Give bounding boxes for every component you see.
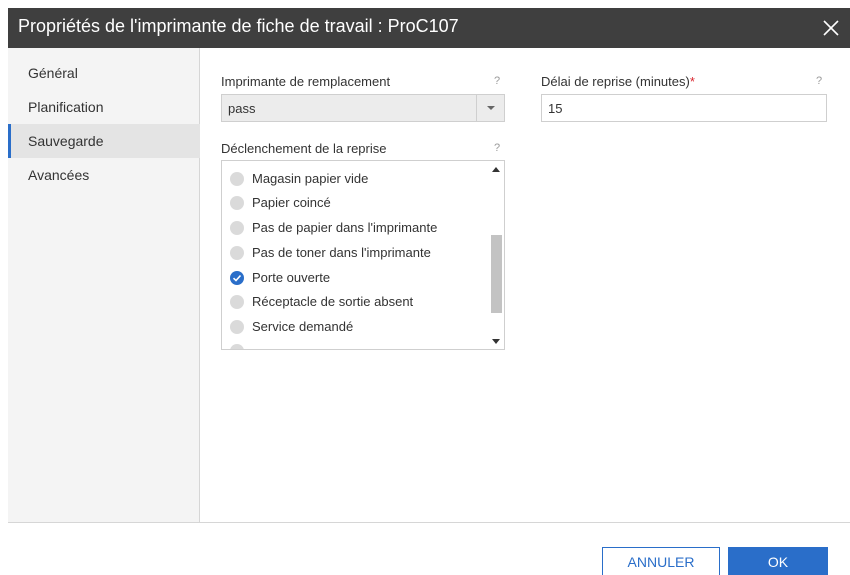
sidebar-item-advanced[interactable]: Avancées xyxy=(8,158,200,192)
trigger-option-label: Magasin papier vide xyxy=(252,171,369,186)
dialog-title: Propriétés de l'imprimante de fiche de t… xyxy=(18,16,459,36)
trigger-option-pas-de-papier[interactable]: Pas de papier dans l'imprimante xyxy=(222,216,486,240)
sidebar-item-backup[interactable]: Sauvegarde xyxy=(8,124,200,158)
cancel-button[interactable]: ANNULER xyxy=(602,547,720,575)
trigger-option-partial[interactable] xyxy=(222,339,486,349)
trigger-option-porte-ouverte[interactable]: Porte ouverte xyxy=(222,266,486,290)
sidebar-item-general[interactable]: Général xyxy=(8,56,200,90)
radio-unchecked-icon xyxy=(230,221,244,235)
retry-trigger-label: Déclenchement de la reprise xyxy=(221,141,387,156)
trigger-option-label: Service demandé xyxy=(252,319,354,334)
close-icon xyxy=(823,20,839,36)
replacement-printer-label: Imprimante de remplacement xyxy=(221,74,391,89)
dialog-footer: ANNULER OK xyxy=(8,522,850,575)
retry-delay-help-icon[interactable]: ? xyxy=(816,75,822,87)
trigger-option-label: Porte ouverte xyxy=(252,270,331,285)
retry-trigger-help-icon[interactable]: ? xyxy=(494,142,500,154)
replacement-printer-value: pass xyxy=(228,101,256,116)
radio-unchecked-icon xyxy=(230,320,244,334)
trigger-option-receptacle-absent[interactable]: Réceptacle de sortie absent xyxy=(222,290,486,314)
replacement-printer-help-icon[interactable]: ? xyxy=(494,75,500,87)
replacement-printer-select[interactable]: pass xyxy=(221,94,505,122)
close-button[interactable] xyxy=(820,17,842,39)
sidebar-item-label: Avancées xyxy=(28,167,90,183)
title-bar: Propriétés de l'imprimante de fiche de t… xyxy=(8,8,850,48)
ok-button[interactable]: OK xyxy=(728,547,828,575)
chevron-down-icon xyxy=(476,95,504,121)
sidebar-item-label: Sauvegarde xyxy=(28,133,104,149)
scrollbar-thumb[interactable] xyxy=(491,235,502,313)
checkmark-icon xyxy=(230,271,244,285)
trigger-option-label: Pas de toner dans l'imprimante xyxy=(252,245,431,260)
trigger-option-papier-coince[interactable]: Papier coincé xyxy=(222,191,486,215)
sidebar-item-scheduling[interactable]: Planification xyxy=(8,90,200,124)
sidebar-item-label: Général xyxy=(28,65,78,81)
list-scrollbar[interactable] xyxy=(488,161,504,349)
trigger-option-service-demande[interactable]: Service demandé xyxy=(222,315,486,339)
printer-properties-dialog: Propriétés de l'imprimante de fiche de t… xyxy=(8,8,850,575)
sidebar-nav: Général Planification Sauvegarde Avancée… xyxy=(8,48,200,522)
trigger-option-label: Papier coincé xyxy=(252,195,331,210)
sidebar-item-label: Planification xyxy=(28,99,104,115)
radio-unchecked-icon xyxy=(230,172,244,186)
radio-unchecked-icon xyxy=(230,344,244,349)
scroll-down-arrow-icon[interactable] xyxy=(488,333,504,349)
trigger-option-pas-de-toner[interactable]: Pas de toner dans l'imprimante xyxy=(222,241,486,265)
scroll-up-arrow-icon[interactable] xyxy=(488,161,504,177)
retry-delay-input[interactable] xyxy=(541,94,827,122)
retry-delay-label-text: Délai de reprise (minutes) xyxy=(541,74,690,89)
retry-delay-label: Délai de reprise (minutes)* xyxy=(541,74,695,89)
trigger-option-label: Réceptacle de sortie absent xyxy=(252,294,414,309)
radio-unchecked-icon xyxy=(230,246,244,260)
trigger-option-magasin-papier-vide[interactable]: Magasin papier vide xyxy=(222,167,486,191)
required-marker: * xyxy=(689,74,695,89)
content-panel: Imprimante de remplacement ? pass Délai … xyxy=(201,48,850,522)
radio-unchecked-icon xyxy=(230,196,244,210)
retry-trigger-list: Magasin papier vide Papier coincé Pas de… xyxy=(221,160,505,350)
radio-unchecked-icon xyxy=(230,295,244,309)
trigger-option-label: Pas de papier dans l'imprimante xyxy=(252,220,438,235)
